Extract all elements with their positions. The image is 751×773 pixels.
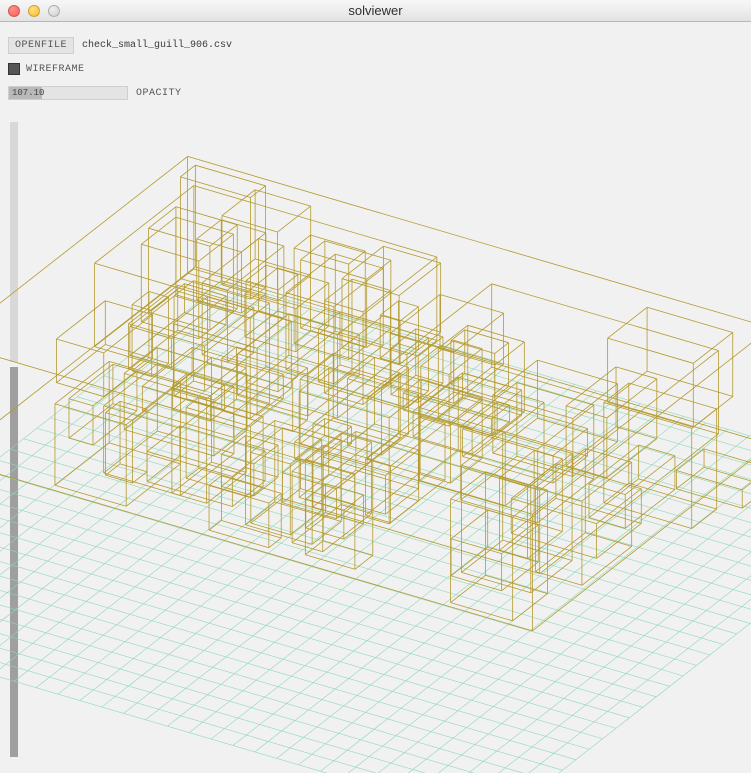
window-title: solviewer (0, 3, 751, 18)
maximize-icon[interactable] (48, 5, 60, 17)
wireframe-label: WIREFRAME (26, 64, 85, 75)
wireframe-boxes (0, 156, 751, 630)
openfile-button[interactable]: OPENFILE (8, 37, 74, 54)
viewport-3d[interactable] (0, 22, 751, 773)
traffic-lights (0, 5, 60, 17)
opacity-value: 107.10 (12, 88, 44, 98)
titlebar: solviewer (0, 0, 751, 22)
close-icon[interactable] (8, 5, 20, 17)
viewport-container[interactable]: OPENFILE check_small_guill_906.csv WIREF… (0, 22, 751, 773)
opacity-slider[interactable]: 107.10 (8, 86, 128, 100)
ground-grid (0, 281, 751, 773)
opacity-label: OPACITY (136, 88, 182, 99)
filename-label: check_small_guill_906.csv (82, 40, 232, 51)
wireframe-checkbox[interactable] (8, 63, 20, 75)
minimize-icon[interactable] (28, 5, 40, 17)
controls-panel: OPENFILE check_small_guill_906.csv WIREF… (8, 36, 232, 108)
